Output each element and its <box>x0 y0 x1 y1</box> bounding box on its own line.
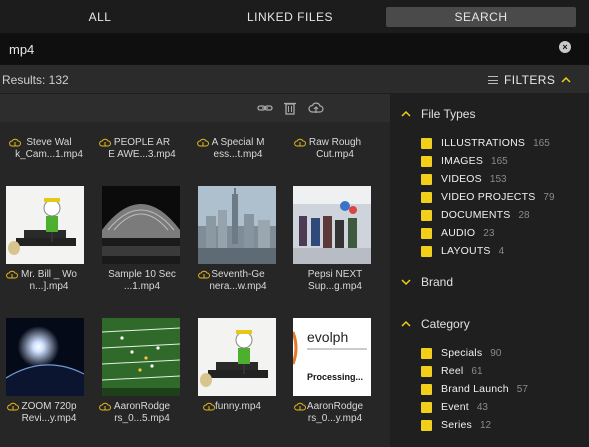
grid-item-label: PEOPLE AR E AWE...3.mp4 <box>108 137 176 160</box>
filter-item-count: 153 <box>489 173 507 185</box>
filter-item-specials[interactable]: Specials 90 <box>421 346 501 360</box>
chevron-down-icon <box>401 279 411 286</box>
chevron-up-icon <box>401 110 411 117</box>
filter-item-count: 4 <box>498 245 505 257</box>
tab-all[interactable]: ALL <box>0 7 200 27</box>
filters-label: FILTERS <box>504 73 556 87</box>
filter-item-documents[interactable]: DOCUMENTS 28 <box>421 208 530 222</box>
filters-panel: File Types ILLUSTRATIONS 165 IMAGES 165 … <box>391 94 589 447</box>
filter-section-title: Category <box>421 317 470 331</box>
filter-section-file-types[interactable]: File Types <box>401 106 475 122</box>
filter-item-label: IMAGES <box>441 155 484 167</box>
search-input[interactable] <box>0 36 580 62</box>
checkbox[interactable] <box>421 383 432 395</box>
filter-item-label: DOCUMENTS <box>441 209 511 221</box>
checkbox[interactable] <box>421 137 432 149</box>
checkbox[interactable] <box>421 245 432 257</box>
filter-section-brand[interactable]: Brand <box>401 274 453 290</box>
grid-item-label: Steve Wal k_Cam...1.mp4 <box>15 137 83 160</box>
filter-section-title: Brand <box>421 275 454 289</box>
filter-item-images[interactable]: IMAGES 165 <box>421 154 508 168</box>
filter-item-label: LAYOUTS <box>441 245 491 257</box>
figure-thumbnail <box>198 318 276 396</box>
link-icon[interactable] <box>257 100 273 116</box>
filter-item-count: 165 <box>533 137 550 149</box>
view-tabs: ALL LINKED FILES SEARCH <box>0 0 589 34</box>
filter-item-label: ILLUSTRATIONS <box>441 137 526 149</box>
chevron-up-icon <box>401 320 411 327</box>
filter-item-video-projects[interactable]: VIDEO PROJECTS 79 <box>421 190 555 204</box>
grid-item-label: funny.mp4 <box>215 401 261 412</box>
trash-icon[interactable] <box>282 100 298 116</box>
filter-item-brand-launch[interactable]: Brand Launch 57 <box>421 382 528 396</box>
cloud-upload-icon[interactable] <box>308 100 324 116</box>
grid-item-label: Sample 10 Sec ...1.mp4 <box>108 269 176 292</box>
filter-item-label: Event <box>441 401 469 413</box>
search-bar <box>0 34 589 64</box>
football-thumbnail <box>102 318 180 396</box>
filter-item-videos[interactable]: VIDEOS 153 <box>421 172 507 186</box>
grid-item-label: AaronRodge rs_0...y.mp4 <box>306 401 364 424</box>
filter-item-count: 57 <box>516 383 528 395</box>
grid-item-label: A Special M ess...t.mp4 <box>211 137 265 160</box>
clear-icon[interactable]: × <box>559 41 571 53</box>
chevron-up-icon <box>561 76 571 83</box>
filters-toggle-button[interactable]: FILTERS <box>488 71 571 89</box>
filter-item-label: Specials <box>441 347 483 359</box>
filter-item-count: 90 <box>490 347 502 359</box>
filter-item-count: 165 <box>491 155 508 167</box>
grid-item-label: Pepsi NEXT Sup...g.mp4 <box>307 269 363 292</box>
results-count: Results: 132 <box>2 73 69 87</box>
grid-item-label: ZOOM 720p Revi...y.mp4 <box>21 401 77 424</box>
filter-item-label: VIDEO PROJECTS <box>441 191 536 203</box>
filter-item-label: VIDEOS <box>441 173 482 185</box>
checkbox[interactable] <box>421 227 432 239</box>
filter-item-count: 79 <box>543 191 555 203</box>
filter-section-category[interactable]: Category <box>401 316 470 332</box>
skyline-thumbnail <box>198 186 276 264</box>
results-bar: Results: 132 FILTERS <box>0 64 589 93</box>
checkbox[interactable] <box>421 365 432 377</box>
filter-item-layouts[interactable]: LAYOUTS 4 <box>421 244 504 258</box>
filter-item-audio[interactable]: AUDIO 23 <box>421 226 494 240</box>
tab-linked-files[interactable]: LINKED FILES <box>190 7 390 27</box>
earth-thumbnail <box>6 318 84 396</box>
thumbnail-processing-text: Processing... <box>307 372 363 382</box>
stage-thumbnail <box>102 186 180 264</box>
checkbox[interactable] <box>421 347 432 359</box>
filter-item-reel[interactable]: Reel 61 <box>421 364 483 378</box>
filter-item-count: 28 <box>518 209 530 221</box>
tab-search[interactable]: SEARCH <box>386 7 576 27</box>
grid-toolbar <box>0 94 390 122</box>
grid-item-label: AaronRodge rs_0...5.mp4 <box>113 401 171 424</box>
filter-item-count: 23 <box>483 227 495 239</box>
filter-item-count: 43 <box>476 401 488 413</box>
grid-item-label: Raw Rough Cut.mp4 <box>308 137 362 160</box>
checkbox[interactable] <box>421 155 432 167</box>
checkbox[interactable] <box>421 419 432 431</box>
grid-item-label: Seventh-Ge nera...w.mp4 <box>209 269 267 292</box>
filter-item-series[interactable]: Series 12 <box>421 418 491 432</box>
checkbox[interactable] <box>421 401 432 413</box>
filter-item-illustrations[interactable]: ILLUSTRATIONS 165 <box>421 136 550 150</box>
checkbox[interactable] <box>421 173 432 185</box>
checkbox[interactable] <box>421 209 432 221</box>
filter-item-count: 61 <box>471 365 483 377</box>
filter-item-label: Series <box>441 419 472 431</box>
filter-section-title: File Types <box>421 107 476 121</box>
filter-item-count: 12 <box>479 419 492 431</box>
list-icon <box>488 76 498 84</box>
thumbnail-logo-text: evolph <box>307 329 348 345</box>
evolphin-thumbnail: evolph Processing... <box>293 318 371 396</box>
filter-item-label: Brand Launch <box>441 383 509 395</box>
results-grid: Steve Wal k_Cam...1.mp4 PEOPLE AR E AWE.… <box>0 94 390 447</box>
figure-thumbnail <box>6 186 84 264</box>
filter-item-label: Reel <box>441 365 464 377</box>
filter-item-label: AUDIO <box>441 227 476 239</box>
checkbox[interactable] <box>421 191 432 203</box>
filter-item-event[interactable]: Event 43 <box>421 400 488 414</box>
grid-item-label: Mr. Bill _ Wo n...].mp4 <box>21 269 77 292</box>
crowd-thumbnail <box>293 186 371 264</box>
